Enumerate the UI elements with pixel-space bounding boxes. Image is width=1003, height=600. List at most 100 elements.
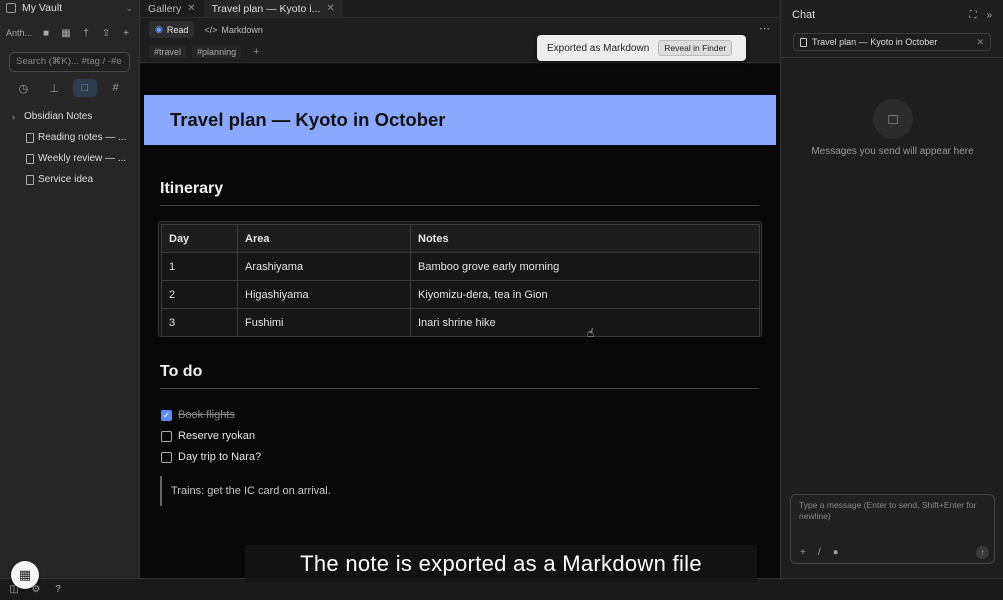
- table-cell: 3: [161, 308, 238, 337]
- vault-switcher[interactable]: My Vault ⌄: [0, 0, 139, 16]
- recent-clock-icon[interactable]: ◷: [11, 79, 35, 97]
- read-mode-button[interactable]: ◉ Read: [149, 21, 195, 38]
- file-icon: [800, 37, 807, 47]
- divider: [160, 388, 759, 389]
- tab-gallery[interactable]: Gallery ✕: [140, 0, 204, 17]
- provider-label[interactable]: Anth...: [6, 28, 32, 38]
- help-icon[interactable]: ?: [52, 584, 64, 595]
- tree-file[interactable]: Reading notes — ...: [0, 127, 139, 148]
- calendar-fab-icon[interactable]: ▦: [11, 561, 39, 589]
- hashtag-icon[interactable]: #: [104, 79, 128, 97]
- todo-label: Reserve ryokan: [178, 430, 256, 442]
- table-cell: Bamboo grove early morning: [410, 252, 760, 281]
- table-row: 2 Higashiyama Kiyomizu-dera, tea in Gion: [161, 280, 760, 309]
- message-composer[interactable]: Type a message (Enter to send, Shift+Ent…: [790, 494, 995, 564]
- note-content: Travel plan — Kyoto in October Itinerary…: [140, 64, 780, 578]
- note-title: Travel plan — Kyoto in October: [170, 109, 446, 130]
- tree-file[interactable]: Weekly review — ...: [0, 148, 139, 169]
- itinerary-heading: Itinerary: [160, 180, 224, 197]
- vault-name: My Vault: [22, 2, 63, 14]
- divider: [160, 205, 759, 206]
- editor-pane: Gallery ✕ Travel plan — Kyoto i... ✕ ◉ R…: [140, 0, 780, 578]
- sidebar-toolbar: Anth... ■ ▦ † ⇧ +: [0, 20, 139, 46]
- tab-travel-plan[interactable]: Travel plan — Kyoto i... ✕: [203, 0, 343, 17]
- todo-label: Book flights: [178, 409, 235, 421]
- add-tag-button[interactable]: +: [253, 46, 259, 58]
- left-sidebar: My Vault ⌄ Anth... ■ ▦ † ⇧ + Search (⌘K)…: [0, 0, 140, 578]
- tab-label: Travel plan — Kyoto i...: [211, 2, 321, 15]
- todo-item: Reserve ryokan: [161, 430, 255, 442]
- tag-chip[interactable]: # travel: [149, 45, 187, 58]
- tree-file[interactable]: Service idea: [0, 169, 139, 190]
- calendar-icon[interactable]: ▦: [60, 28, 72, 39]
- file-icon: [26, 132, 34, 143]
- more-options-icon[interactable]: ⋯: [759, 22, 770, 35]
- folder-icon[interactable]: □: [72, 79, 97, 97]
- reveal-in-finder-button[interactable]: Reveal in Finder: [658, 40, 733, 56]
- composer-tools: + / ●: [800, 547, 839, 558]
- chat-panel: Chat ⛶ » Travel plan — Kyoto in October …: [780, 0, 1003, 578]
- todo-item: ✓ Book flights: [161, 409, 235, 421]
- mouse-pointer-icon: ☝: [587, 326, 595, 340]
- file-label: Service idea: [38, 174, 94, 185]
- eye-icon: ◉: [155, 24, 163, 34]
- tag-chip[interactable]: # planning: [192, 45, 242, 58]
- collapse-panel-icon[interactable]: »: [986, 10, 992, 21]
- pinned-icon[interactable]: ⊥: [42, 79, 66, 97]
- folder-label: Obsidian Notes: [24, 111, 93, 122]
- close-icon[interactable]: ✕: [976, 37, 984, 48]
- divider: [781, 57, 1003, 58]
- file-icon: [26, 174, 34, 185]
- checkbox-checked[interactable]: ✓: [161, 409, 172, 421]
- tree-folder[interactable]: › Obsidian Notes: [0, 106, 139, 127]
- vault-icon: [6, 3, 16, 13]
- upload-icon[interactable]: ⇧: [100, 28, 112, 39]
- table-cell: Higashiyama: [237, 280, 411, 309]
- table-header: Day: [161, 224, 238, 253]
- chat-bubble-icon: □: [873, 99, 913, 139]
- checkbox[interactable]: [161, 430, 172, 442]
- table-header: Area: [237, 224, 411, 253]
- tab-label: Gallery: [148, 2, 182, 15]
- checkbox[interactable]: [161, 451, 172, 463]
- title-banner: Travel plan — Kyoto in October: [144, 95, 776, 145]
- table-row: 3 Fushimi Inari shrine hike: [161, 308, 760, 337]
- message-input[interactable]: Type a message (Enter to send, Shift+Ent…: [791, 495, 994, 527]
- close-icon[interactable]: ✕: [326, 3, 334, 14]
- context-file-chip[interactable]: Travel plan — Kyoto in October ✕: [793, 33, 991, 51]
- table-cell: 2: [161, 280, 238, 309]
- markdown-label: Markdown: [221, 24, 263, 35]
- slash-command-icon[interactable]: /: [818, 547, 821, 558]
- todo-label: Day trip to Nara?: [178, 451, 262, 463]
- empty-state-message: Messages you send will appear here: [811, 146, 974, 157]
- attach-add-icon[interactable]: +: [800, 547, 806, 558]
- table-header: Notes: [410, 224, 760, 253]
- stop-icon[interactable]: ■: [40, 28, 52, 39]
- markdown-mode-button[interactable]: </> Markdown: [198, 21, 269, 38]
- tab-bar: Gallery ✕ Travel plan — Kyoto i... ✕: [140, 0, 780, 18]
- sidebar-nav-tabs: ◷ ⊥ □ #: [0, 72, 139, 98]
- chat-title: Chat: [792, 9, 816, 21]
- chevron-down-icon: ⌄: [125, 2, 133, 13]
- tag-label: travel: [159, 46, 182, 57]
- file-icon: [26, 153, 34, 164]
- pin-icon[interactable]: †: [80, 28, 92, 39]
- table-header-row: Day Area Notes: [161, 224, 760, 253]
- blockquote: Trains: get the IC card on arrival.: [160, 476, 331, 506]
- read-label: Read: [166, 24, 189, 35]
- tag-label: planning: [202, 46, 237, 57]
- toast-message: Exported as Markdown: [547, 42, 650, 54]
- file-label: Weekly review — ...: [38, 153, 127, 164]
- file-tree: › Obsidian Notes Reading notes — ... Wee…: [0, 98, 139, 190]
- table-row: 1 Arashiyama Bamboo grove early morning: [161, 252, 760, 281]
- code-icon: </>: [204, 24, 218, 35]
- search-input[interactable]: Search (⌘K)... #tag / -#e: [9, 52, 130, 72]
- table-cell: Inari shrine hike: [410, 308, 760, 337]
- add-icon[interactable]: +: [120, 28, 132, 39]
- send-arrow-icon[interactable]: ↑: [976, 546, 989, 559]
- table-cell: Fushimi: [237, 308, 411, 337]
- export-toast: Exported as Markdown Reveal in Finder: [537, 35, 746, 61]
- microphone-icon[interactable]: ●: [833, 547, 839, 558]
- close-icon[interactable]: ✕: [187, 3, 195, 14]
- expand-icon[interactable]: ⛶: [969, 10, 976, 21]
